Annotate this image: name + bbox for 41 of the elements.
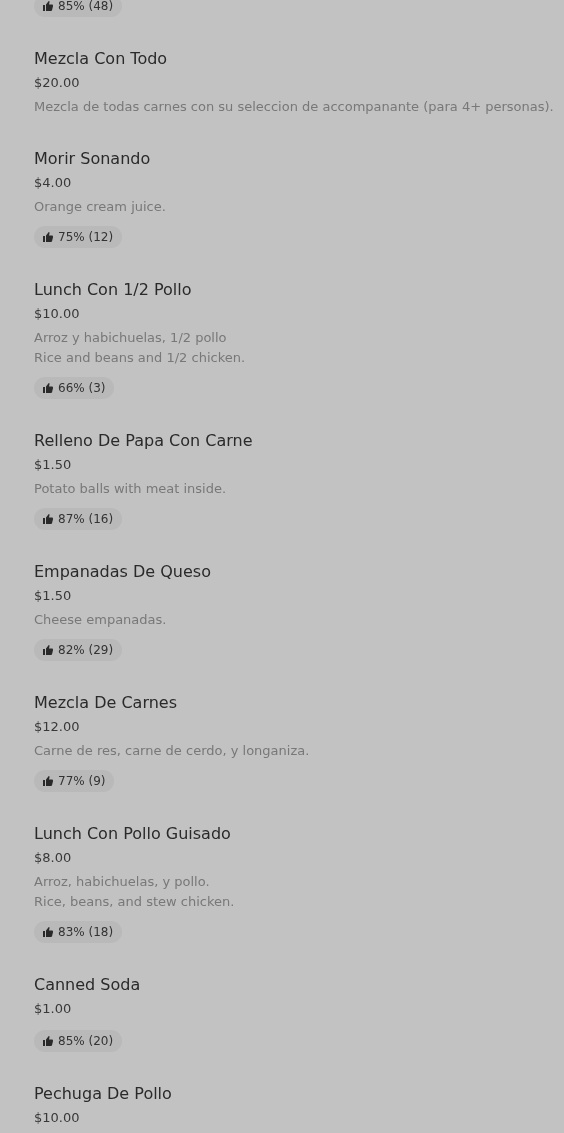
thumbs-up-icon (42, 1035, 54, 1047)
item-description: Cheese empanadas. (34, 611, 167, 629)
item-price: $12.00 (34, 718, 80, 736)
item-name: Mezcla De Carnes (34, 692, 178, 714)
item-price: $4.00 (34, 174, 72, 192)
item-name: Relleno De Papa Con Carne (34, 430, 253, 452)
item-description: Arroz, habichuelas, y pollo. Rice, beans, and stew chicken. (34, 873, 235, 911)
item-name: Lunch Con 1/2 Pollo (34, 279, 192, 301)
thumbs-up-icon (42, 231, 54, 243)
rating-badge: 85% (48) (34, 0, 123, 17)
rating-badge: 82% (29) (34, 639, 123, 661)
thumbs-up-icon (42, 382, 54, 394)
item-price: $10.00 (34, 1109, 80, 1127)
item-price: $10.00 (34, 305, 80, 323)
item-name: Empanadas De Queso (34, 561, 211, 583)
item-description: Orange cream juice. (34, 198, 166, 216)
item-price: $20.00 (34, 74, 80, 92)
rating-badge: 77% (9) (34, 770, 115, 792)
item-price: $1.50 (34, 587, 72, 605)
item-name: Canned Soda (34, 974, 141, 996)
item-price: $1.00 (34, 1000, 72, 1018)
item-price: $8.00 (34, 849, 72, 867)
thumbs-up-icon (42, 926, 54, 938)
thumbs-up-icon (42, 0, 54, 12)
rating-badge: 75% (12) (34, 226, 123, 248)
thumbs-up-icon (42, 775, 54, 787)
item-description: Carne de res, carne de cerdo, y longaniza. (34, 742, 310, 760)
rating-badge: 87% (16) (34, 508, 123, 530)
rating-badge: 83% (18) (34, 921, 123, 943)
item-name: Morir Sonando (34, 148, 151, 170)
item-price: $1.50 (34, 456, 72, 474)
item-name: Lunch Con Pollo Guisado (34, 823, 231, 845)
item-description: Arroz y habichuelas, 1/2 pollo Rice and beans and 1/2 chicken. (34, 329, 246, 367)
thumbs-up-icon (42, 644, 54, 656)
rating-badge: 85% (20) (34, 1030, 123, 1052)
item-description: Potato balls with meat inside. (34, 480, 227, 498)
item-description: Mezcla de todas carnes con su seleccion de accompanante (para 4+ personas). (34, 98, 554, 116)
rating-badge: 66% (3) (34, 377, 115, 399)
thumbs-up-icon (42, 513, 54, 525)
item-name: Pechuga De Pollo (34, 1083, 172, 1105)
item-name: Mezcla Con Todo (34, 48, 168, 70)
